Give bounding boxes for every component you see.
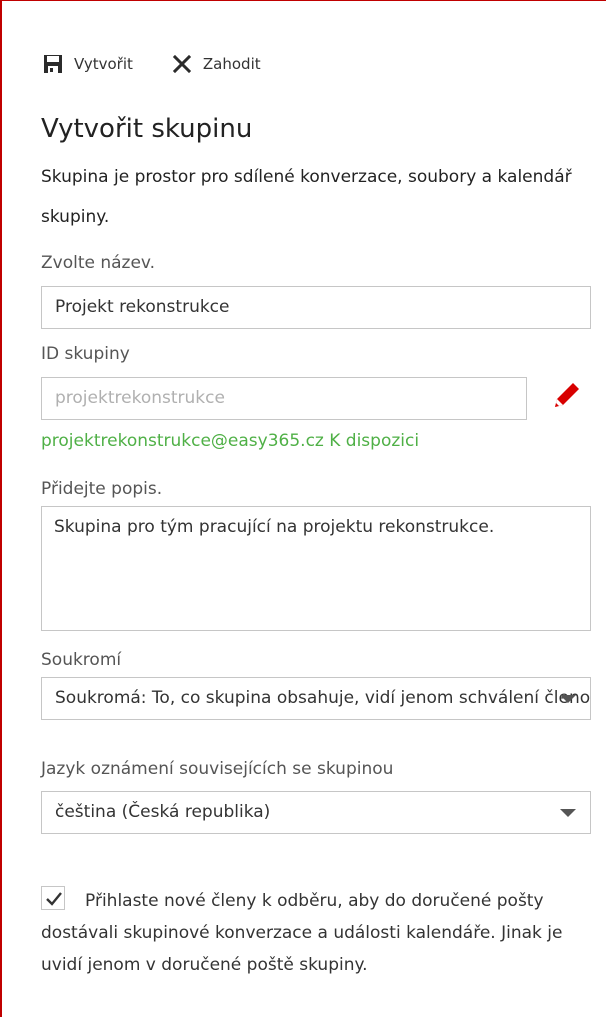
page-title: Vytvořit skupinu (41, 114, 253, 144)
availability-status: projektrekonstrukce@easy365.cz K dispozi… (41, 431, 420, 451)
name-label: Zvolte název. (41, 253, 156, 273)
language-select[interactable]: čeština (Česká republika) (41, 791, 591, 834)
language-value: čeština (Česká republika) (55, 802, 271, 822)
discard-label: Zahodit (202, 55, 261, 73)
chevron-down-icon (560, 695, 576, 703)
description-textarea[interactable]: Skupina pro tým pracující na projektu re… (41, 506, 591, 631)
privacy-select[interactable]: Soukromá: To, co skupina obsahuje, vidí … (41, 677, 591, 720)
subscribe-option: Přihlaste nové členy k odběru, aby do do… (41, 885, 591, 981)
create-button[interactable]: Vytvořit (42, 53, 133, 75)
edit-pencil-icon[interactable] (549, 377, 585, 413)
name-input[interactable]: Projekt rekonstrukce (41, 286, 591, 329)
language-label: Jazyk oznámení souvisejících se skupinou (41, 759, 394, 779)
checkmark-icon (46, 892, 62, 906)
create-label: Vytvořit (74, 55, 133, 73)
description-label: Přidejte popis. (41, 479, 163, 499)
chevron-down-icon (560, 809, 576, 817)
toolbar: Vytvořit Zahodit (42, 51, 299, 77)
privacy-value: Soukromá: To, co skupina obsahuje, vidí … (55, 688, 591, 708)
panel-frame: Vytvořit Zahodit Vytvořit skupinu Skupin… (0, 0, 606, 1017)
group-id-label: ID skupiny (41, 344, 130, 364)
privacy-label: Soukromí (41, 650, 122, 670)
subscribe-checkbox[interactable] (41, 886, 65, 910)
discard-button[interactable]: Zahodit (171, 53, 261, 75)
close-icon (171, 53, 193, 75)
subscribe-text: Přihlaste nové členy k odběru, aby do do… (41, 891, 563, 975)
save-icon (42, 53, 64, 75)
group-id-input[interactable]: projektrekonstrukce (41, 377, 527, 420)
intro-text: Skupina je prostor pro sdílené konverzac… (41, 167, 572, 227)
